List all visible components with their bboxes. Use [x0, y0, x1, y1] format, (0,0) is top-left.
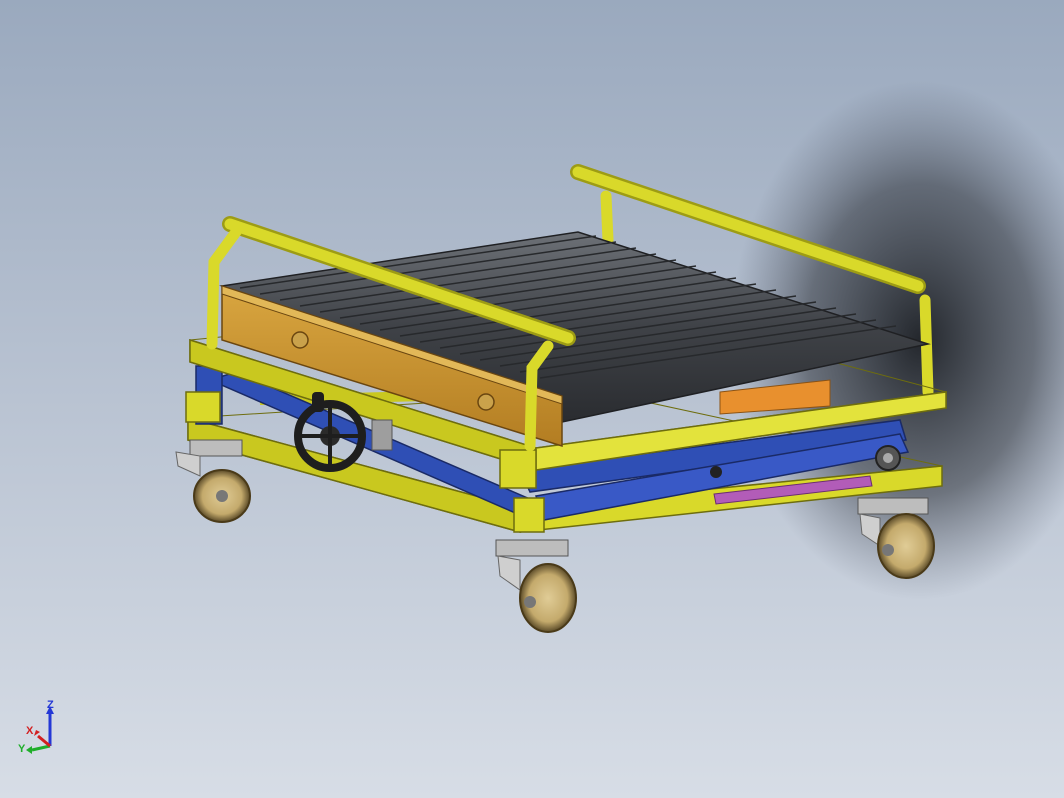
z-axis-label: Z: [47, 699, 54, 711]
caster-front-right[interactable]: [495, 539, 577, 633]
y-axis-arrow: [26, 746, 32, 754]
caster-front-left[interactable]: [175, 439, 251, 523]
graphics-viewport[interactable]: Z X Y: [0, 0, 1064, 798]
reference-triad: Z X Y: [18, 699, 54, 755]
y-axis-line: [31, 744, 51, 752]
x-axis-label: X: [26, 725, 34, 737]
cad-model-scissor-lift-cart[interactable]: [0, 0, 1064, 798]
y-axis-label: Y: [18, 743, 26, 755]
x-axis-line: [37, 734, 51, 748]
